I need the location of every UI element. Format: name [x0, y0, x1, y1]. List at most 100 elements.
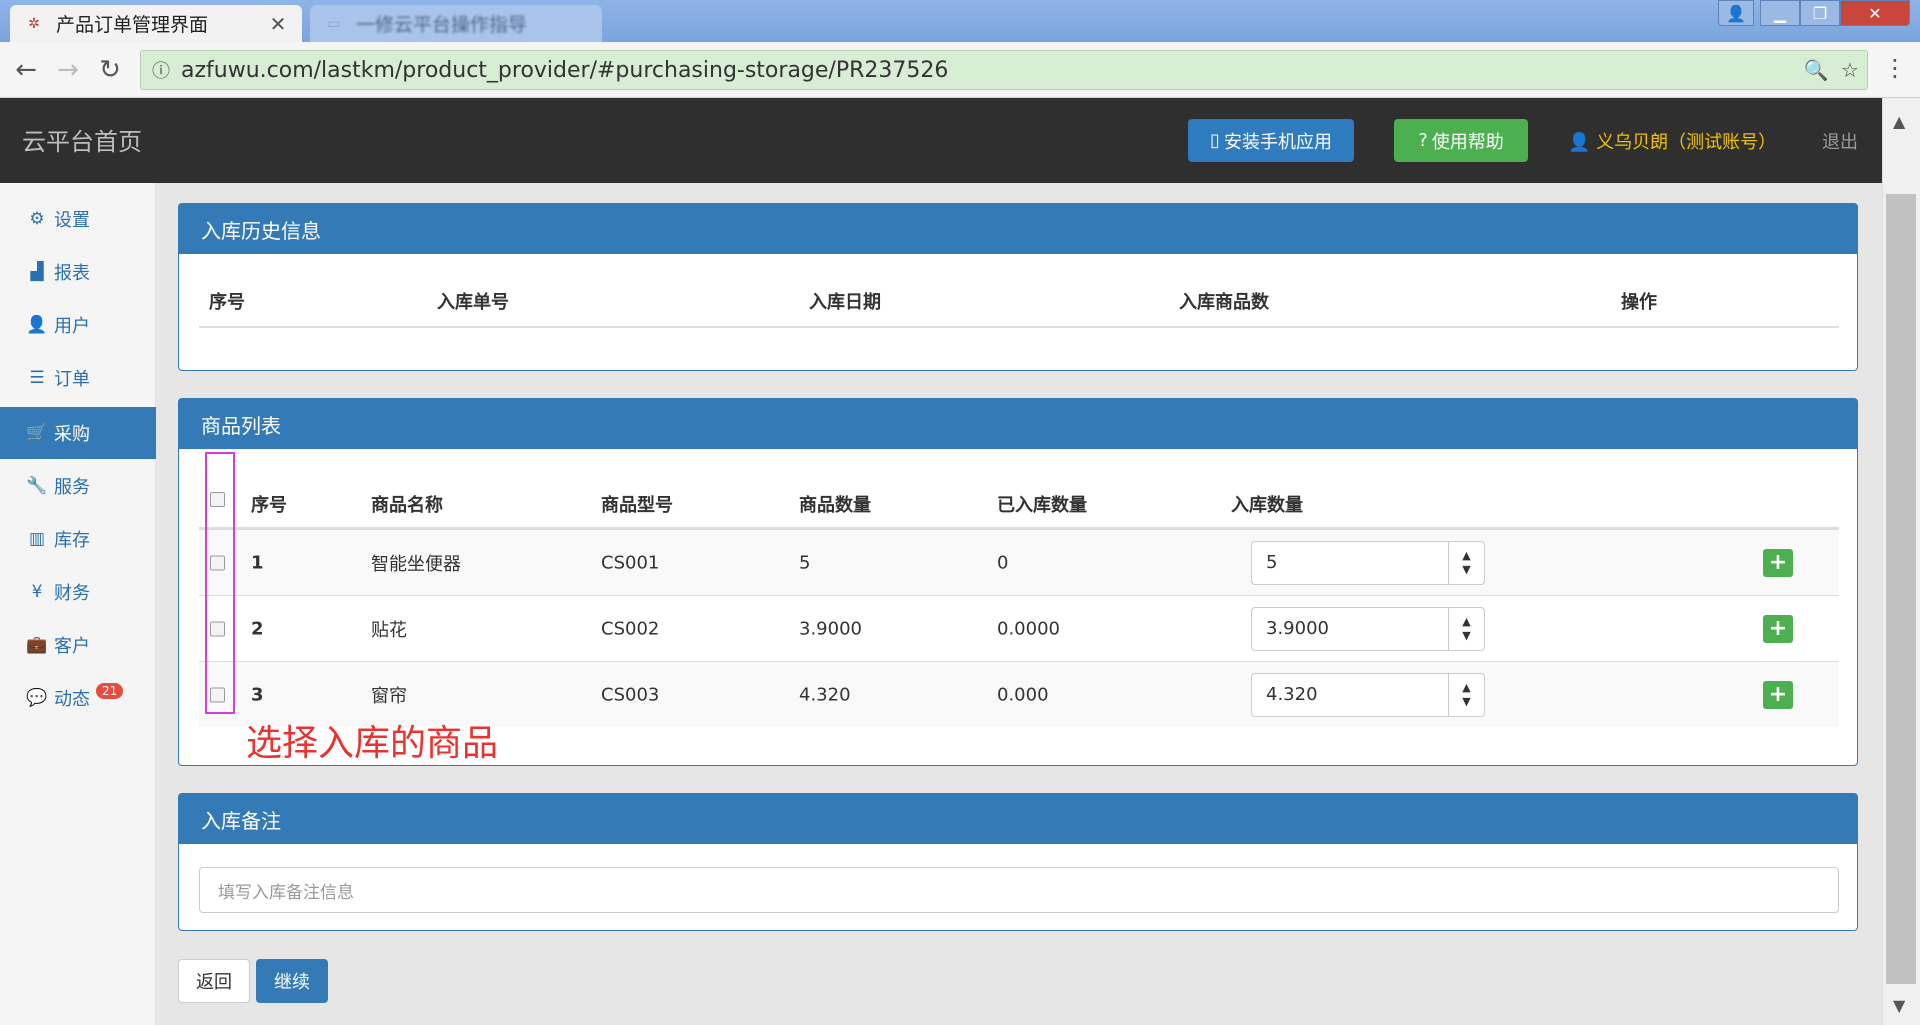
reload-icon[interactable]: ↻ — [94, 54, 126, 86]
scrollbar-thumb[interactable] — [1886, 194, 1916, 984]
back-button[interactable]: 返回 — [178, 959, 250, 1003]
address-url[interactable]: azfuwu.com/lastkm/product_provider/#purc… — [181, 58, 1799, 83]
tab-title: 产品订单管理界面 — [56, 14, 209, 36]
add-row-button[interactable]: + — [1763, 680, 1793, 709]
sidebar-item-inventory[interactable]: ▥ 库存 — [0, 513, 156, 565]
continue-button[interactable]: 继续 — [256, 959, 328, 1003]
product-list-panel: 商品列表 序号 商品名称 商品型号 商品数量 已入库数量 入库数量 1 智能坐便… — [178, 398, 1858, 766]
cart-icon: 🛒 — [26, 423, 48, 443]
stored-quantity: 0.000 — [997, 684, 1049, 705]
panel-title: 入库备注 — [179, 794, 1857, 844]
remark-input[interactable]: 填写入库备注信息 — [199, 867, 1839, 913]
sidebar-item-label: 服务 — [54, 477, 90, 498]
sidebar-item-label: 设置 — [54, 210, 90, 231]
add-row-button[interactable]: + — [1763, 548, 1793, 577]
table-row: 2 贴花 CS002 3.9000 0.0000 3.9000 ▲ ▼ + — [199, 595, 1839, 661]
column-header: 入库日期 — [809, 292, 881, 313]
window-minimize-icon[interactable]: ▁ — [1760, 0, 1800, 26]
gear-icon: ⚙ — [29, 209, 45, 229]
table-row: 1 智能坐便器 CS001 5 0 5 ▲ ▼ + — [199, 529, 1839, 595]
product-model: CS002 — [601, 618, 660, 639]
sidebar-item-label: 用户 — [54, 316, 90, 337]
install-app-label: 安装手机应用 — [1223, 131, 1332, 153]
storage-quantity-stepper[interactable]: 5 ▲ ▼ — [1251, 540, 1485, 585]
product-table-header: 序号 商品名称 商品型号 商品数量 已入库数量 入库数量 — [199, 459, 1839, 529]
sidebar-item-settings[interactable]: ⚙ 设置 — [0, 193, 156, 245]
comment-icon: 💬 — [26, 688, 48, 708]
browser-tab-active[interactable]: ✲ 产品订单管理界面 ✕ — [10, 5, 302, 42]
product-name: 贴花 — [371, 619, 407, 641]
user-icon: 👤 — [26, 315, 48, 335]
storage-quantity-stepper[interactable]: 3.9000 ▲ ▼ — [1251, 606, 1485, 651]
sidebar-item-label: 报表 — [54, 263, 90, 284]
spin-arrows-icon[interactable]: ▲ ▼ — [1448, 607, 1484, 650]
briefcase-icon: 💼 — [26, 635, 48, 655]
barcode-icon: ▥ — [28, 529, 46, 549]
product-table: 序号 商品名称 商品型号 商品数量 已入库数量 入库数量 1 智能坐便器 CS0… — [199, 459, 1839, 727]
sidebar-item-label: 客户 — [54, 636, 90, 657]
browser-tab-inactive[interactable]: ▭ 一修云平台操作指导 — [310, 5, 602, 42]
user-account-link[interactable]: 👤 义乌贝朗（测试账号） — [1568, 128, 1776, 154]
mobile-icon: ▯ — [1210, 130, 1220, 151]
product-quantity: 4.320 — [799, 684, 851, 705]
window-user-icon[interactable]: 👤 — [1718, 0, 1754, 26]
sidebar-item-activity[interactable]: 💬 动态 21 — [0, 672, 156, 724]
back-arrow-icon[interactable]: ← — [10, 54, 42, 86]
sidebar-item-reports[interactable]: ▟ 报表 — [0, 246, 156, 298]
tab-close-icon[interactable]: ✕ — [268, 12, 288, 36]
page-scrollbar[interactable]: ▲ ▼ — [1882, 98, 1920, 1025]
help-button[interactable]: ? 使用帮助 — [1394, 119, 1528, 162]
add-row-button[interactable]: + — [1763, 614, 1793, 643]
sidebar-item-orders[interactable]: ☰ 订单 — [0, 352, 156, 404]
tab-title: 一修云平台操作指导 — [356, 14, 528, 36]
column-header: 入库单号 — [437, 292, 509, 313]
storage-quantity-input[interactable]: 5 — [1252, 552, 1448, 573]
product-model: CS001 — [601, 552, 660, 573]
window-close-icon[interactable]: ✕ — [1840, 0, 1910, 26]
sidebar-item-label: 订单 — [54, 369, 90, 390]
storage-remark-panel: 入库备注 填写入库备注信息 — [178, 793, 1858, 931]
sidebar-item-label: 库存 — [54, 530, 90, 551]
site-favicon-icon: ▭ — [327, 15, 341, 32]
site-favicon-icon: ✲ — [28, 15, 40, 32]
user-label: 义乌贝朗（测试账号） — [1596, 132, 1777, 153]
product-quantity: 3.9000 — [799, 618, 862, 639]
browser-tab-bar: ✲ 产品订单管理界面 ✕ ▭ 一修云平台操作指导 👤 ▁ ❐ ✕ — [0, 0, 1920, 42]
column-header: 序号 — [251, 495, 287, 516]
sidebar-item-purchasing[interactable]: 🛒 采购 — [0, 407, 156, 459]
spin-arrows-icon[interactable]: ▲ ▼ — [1448, 673, 1484, 716]
scroll-up-arrow-icon[interactable]: ▲ — [1893, 112, 1905, 131]
sidebar-item-customers[interactable]: 💼 客户 — [0, 619, 156, 671]
window-maximize-icon[interactable]: ❐ — [1800, 0, 1840, 26]
logout-link[interactable]: 退出 — [1822, 128, 1858, 154]
spin-arrows-icon[interactable]: ▲ ▼ — [1448, 541, 1484, 584]
sidebar-item-label: 财务 — [54, 583, 90, 604]
bookmark-star-icon[interactable]: ☆ — [1833, 58, 1867, 82]
sidebar-item-label: 采购 — [54, 424, 90, 445]
sidebar-item-users[interactable]: 👤 用户 — [0, 299, 156, 351]
column-header: 已入库数量 — [997, 495, 1087, 516]
storage-quantity-input[interactable]: 4.320 — [1252, 684, 1448, 705]
sidebar-item-finance[interactable]: ¥ 财务 — [0, 566, 156, 618]
panel-title: 商品列表 — [179, 399, 1857, 449]
column-header: 商品数量 — [799, 495, 871, 516]
annotation-text: 选择入库的商品 — [246, 723, 499, 764]
scroll-down-arrow-icon[interactable]: ▼ — [1893, 996, 1905, 1015]
sidebar-item-label: 动态 — [54, 689, 90, 710]
brand-home-link[interactable]: 云平台首页 — [22, 122, 142, 157]
browser-menu-icon[interactable]: ⋮ — [1880, 54, 1910, 86]
sidebar-item-service[interactable]: 🔧 服务 — [0, 460, 156, 512]
browser-toolbar: ← → ↻ ⓘ azfuwu.com/lastkm/product_provid… — [0, 42, 1920, 98]
stored-quantity: 0 — [997, 552, 1009, 573]
storage-quantity-stepper[interactable]: 4.320 ▲ ▼ — [1251, 672, 1485, 717]
storage-quantity-input[interactable]: 3.9000 — [1252, 618, 1448, 639]
install-app-button[interactable]: ▯ 安装手机应用 — [1188, 119, 1354, 162]
product-name: 窗帘 — [371, 685, 407, 707]
column-header: 商品名称 — [371, 495, 443, 516]
notification-badge: 21 — [96, 683, 124, 699]
info-icon[interactable]: ⓘ — [141, 57, 181, 83]
forward-arrow-icon[interactable]: → — [52, 54, 84, 86]
zoom-icon[interactable]: 🔍 — [1799, 58, 1833, 82]
row-index: 3 — [251, 684, 264, 705]
address-bar[interactable]: ⓘ azfuwu.com/lastkm/product_provider/#pu… — [140, 50, 1868, 90]
